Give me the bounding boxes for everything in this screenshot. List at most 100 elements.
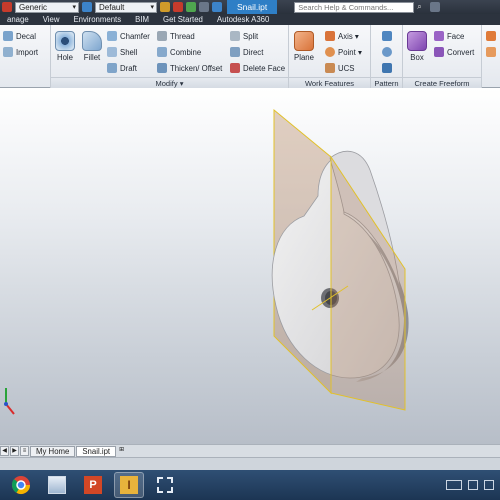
- user-icon[interactable]: [430, 2, 441, 12]
- graphics-viewport[interactable]: [0, 88, 500, 444]
- plane-button[interactable]: Plane: [294, 31, 314, 62]
- delete-face-icon: [230, 63, 240, 73]
- keyboard-icon[interactable]: [446, 480, 462, 490]
- parameters-icon[interactable]: [186, 2, 196, 12]
- direct-label: Direct: [243, 47, 264, 57]
- volume-icon[interactable]: [484, 480, 494, 490]
- delete-face-label: Delete Face: [243, 63, 286, 73]
- tab-view[interactable]: View: [36, 14, 67, 25]
- powerpoint-icon[interactable]: P: [78, 472, 108, 498]
- work-features-title: Work Features: [289, 77, 370, 88]
- point-label: Point ▾: [338, 47, 362, 57]
- work-features-panel: Plane Axis ▾ Point ▾ UCS Work Features: [289, 25, 371, 88]
- box-button[interactable]: Box: [407, 31, 427, 62]
- file-explorer-icon[interactable]: [42, 472, 72, 498]
- surface-2-icon[interactable]: [486, 47, 496, 57]
- plane-label: Plane: [294, 53, 314, 62]
- combine-button[interactable]: Combine: [157, 47, 201, 57]
- decal-icon: [3, 31, 13, 41]
- thicken-offset-button[interactable]: Thicken/ Offset: [157, 63, 222, 73]
- tab-scroll-left-icon[interactable]: ◀: [0, 446, 9, 456]
- thicken-icon: [157, 63, 167, 73]
- thread-label: Thread: [170, 31, 195, 41]
- convert-label: Convert: [447, 47, 475, 57]
- tab-autodesk-a360[interactable]: Autodesk A360: [210, 14, 276, 25]
- face-label: Face: [447, 31, 465, 41]
- import-button[interactable]: Import: [3, 47, 38, 57]
- thread-icon: [157, 31, 167, 41]
- update-icon[interactable]: [199, 2, 209, 12]
- material-dropdown[interactable]: Generic: [15, 1, 79, 13]
- chamfer-button[interactable]: Chamfer: [107, 31, 150, 41]
- fillet-label: Fillet: [83, 53, 101, 62]
- fillet-button[interactable]: Fillet: [82, 31, 102, 62]
- split-button[interactable]: Split: [230, 31, 258, 41]
- thread-button[interactable]: Thread: [157, 31, 195, 41]
- ribbon: Decal Import Hole Fillet Chamfer Shell D…: [0, 25, 500, 88]
- model-view: [4, 108, 409, 415]
- shell-button[interactable]: Shell: [107, 47, 137, 57]
- rectangular-pattern-icon[interactable]: [382, 31, 392, 41]
- document-tabs: ◀ ▶ ≡ My Home Snail.ipt ⊞: [0, 444, 500, 457]
- decal-button[interactable]: Decal: [3, 31, 36, 41]
- search-icon[interactable]: ⌕: [417, 2, 427, 12]
- thicken-label: Thicken/ Offset: [170, 63, 223, 73]
- modify-panel-title[interactable]: Modify ▾: [51, 77, 288, 88]
- axis-button[interactable]: Axis ▾: [325, 31, 359, 41]
- status-bar: [0, 457, 500, 470]
- point-button[interactable]: Point ▾: [325, 47, 362, 57]
- clear-override-icon[interactable]: [173, 2, 183, 12]
- inventor-icon[interactable]: I: [114, 472, 144, 498]
- file-title-tab: Snail.ipt: [227, 0, 278, 14]
- doc-tab-menu-icon[interactable]: ⊞: [117, 446, 126, 456]
- decal-label: Decal: [16, 31, 36, 41]
- tab-list-icon[interactable]: ≡: [20, 446, 29, 456]
- hole-button[interactable]: Hole: [55, 31, 75, 62]
- draft-button[interactable]: Draft: [107, 63, 137, 73]
- open-icon[interactable]: [2, 2, 12, 12]
- next-panel-partial: [482, 25, 500, 88]
- shell-label: Shell: [120, 47, 138, 57]
- doc-tab-snail[interactable]: Snail.ipt: [76, 445, 117, 457]
- color-override-icon[interactable]: [160, 2, 170, 12]
- snipping-tool-icon[interactable]: [150, 472, 180, 498]
- chamfer-label: Chamfer: [120, 31, 150, 41]
- box-icon: [407, 31, 427, 51]
- ucs-button[interactable]: UCS: [325, 63, 354, 73]
- tab-bim[interactable]: BIM: [128, 14, 156, 25]
- combine-label: Combine: [170, 47, 202, 57]
- split-label: Split: [243, 31, 259, 41]
- ucs-label: UCS: [338, 63, 355, 73]
- convert-button[interactable]: Convert: [434, 47, 474, 57]
- windows-taskbar: P I: [0, 470, 500, 500]
- ribbon-tab-bar: anage View Environments BIM Get Started …: [0, 14, 500, 25]
- shell-icon: [107, 47, 117, 57]
- axis-label: Axis ▾: [338, 31, 359, 41]
- network-icon[interactable]: [468, 480, 478, 490]
- create-freeform-title: Create Freeform: [403, 77, 481, 88]
- combine-icon: [157, 47, 167, 57]
- chrome-icon[interactable]: [6, 472, 36, 498]
- tab-scroll-right-icon[interactable]: ▶: [10, 446, 19, 456]
- convert-icon: [434, 47, 444, 57]
- delete-face-button[interactable]: Delete Face: [230, 63, 285, 73]
- tab-get-started[interactable]: Get Started: [156, 14, 210, 25]
- appearance-dropdown[interactable]: Default: [95, 1, 157, 13]
- doc-tab-my-home[interactable]: My Home: [30, 445, 76, 457]
- mirror-icon[interactable]: [382, 63, 392, 73]
- return-icon[interactable]: [212, 2, 222, 12]
- face-button[interactable]: Face: [434, 31, 464, 41]
- circular-pattern-icon[interactable]: [382, 47, 392, 57]
- tab-manage[interactable]: anage: [0, 14, 36, 25]
- surface-icon[interactable]: [486, 31, 496, 41]
- direct-button[interactable]: Direct: [230, 47, 263, 57]
- box-label: Box: [410, 53, 424, 62]
- system-tray: [446, 480, 500, 490]
- search-input[interactable]: Search Help & Commands...: [294, 1, 415, 13]
- quick-access-toolbar: Generic Default Snail.ipt Search Help & …: [0, 0, 500, 14]
- create-panel-partial: Decal Import: [0, 25, 51, 88]
- triad-origin: [4, 402, 8, 406]
- appearance-icon[interactable]: [82, 2, 92, 12]
- point-icon: [325, 47, 335, 57]
- tab-environments[interactable]: Environments: [66, 14, 128, 25]
